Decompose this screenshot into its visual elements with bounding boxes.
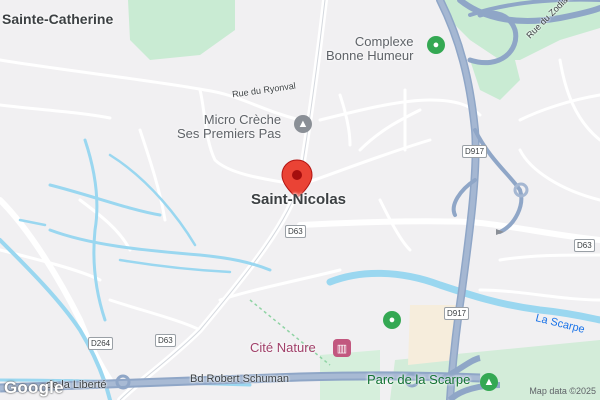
road-shield-d264: D264 xyxy=(88,337,114,350)
road-shield-d917: D917 xyxy=(462,145,488,158)
school-icon[interactable]: ▲ xyxy=(294,115,312,133)
park-area-top xyxy=(128,0,235,60)
poi-label-cite-nature[interactable]: Cité Nature xyxy=(250,340,316,355)
park-icon-scarpe[interactable]: ● xyxy=(383,311,401,329)
park-icon[interactable]: ● xyxy=(427,36,445,54)
poi-label-micro-creche[interactable]: Micro Crèche Ses Premiers Pas xyxy=(177,113,281,141)
road-shield-d63-east: D63 xyxy=(574,239,595,252)
museum-icon[interactable]: ▥ xyxy=(333,339,351,357)
place-label-saint-nicolas[interactable]: Saint-Nicolas xyxy=(251,191,346,209)
road-shield-d63-south: D63 xyxy=(155,334,176,347)
park-area-interchange-inner xyxy=(470,60,520,100)
poi-label-complexe[interactable]: Complexe Bonne Humeur xyxy=(326,35,413,63)
tree-icon[interactable]: ▲ xyxy=(480,373,498,391)
map-view[interactable]: Sainte-Catherine Saint-Nicolas Complexe … xyxy=(0,0,600,400)
road-shield-d917-south: D917 xyxy=(444,307,470,320)
street-label-bd-schuman: Bd Robert Schuman xyxy=(190,373,290,385)
map-attribution[interactable]: Map data ©2025 xyxy=(529,386,596,396)
poi-label-parc-scarpe[interactable]: Parc de la Scarpe xyxy=(367,372,470,387)
road-shield-d63: D63 xyxy=(285,225,306,238)
google-logo[interactable]: Google xyxy=(4,378,64,398)
place-label-sainte-catherine[interactable]: Sainte-Catherine xyxy=(2,11,113,27)
